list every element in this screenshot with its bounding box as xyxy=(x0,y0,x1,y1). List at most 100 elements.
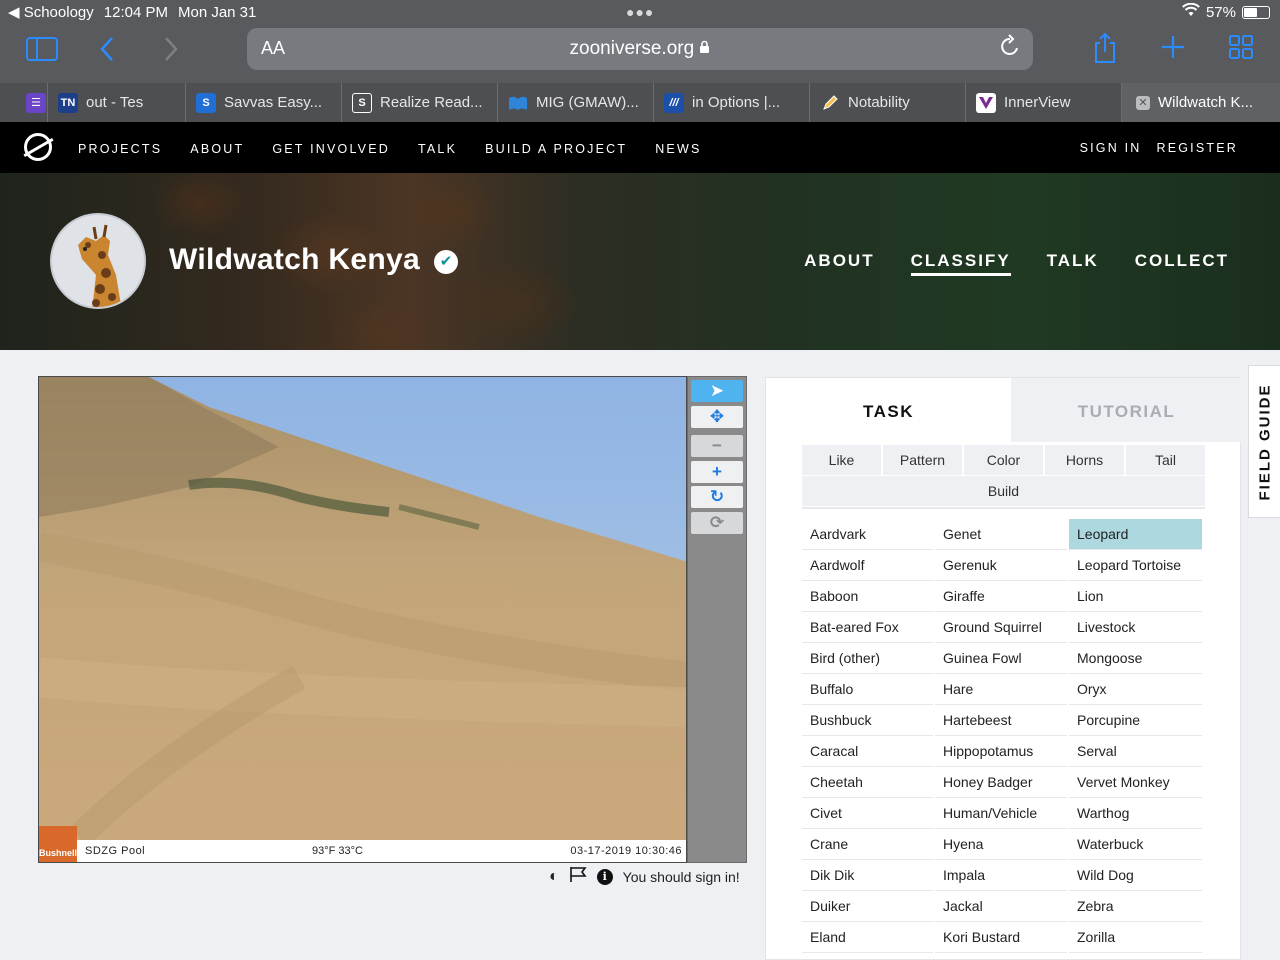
sidebar-icon[interactable] xyxy=(26,36,58,68)
close-icon[interactable]: ✕ xyxy=(1136,95,1150,110)
tab-overview-icon[interactable] xyxy=(1228,34,1254,66)
choice-crane[interactable]: Crane xyxy=(802,829,933,860)
zooniverse-nav: PROJECTS ABOUT GET INVOLVED TALK BUILD A… xyxy=(0,122,1280,173)
choice-hare[interactable]: Hare xyxy=(935,674,1067,705)
tab-innerview[interactable]: InnerView xyxy=(966,83,1122,122)
invert-icon[interactable]: ◐ xyxy=(549,868,559,886)
tab-label: InnerView xyxy=(1004,94,1071,111)
tab-out-tes[interactable]: TN out - Tes xyxy=(48,83,186,122)
choice-zorilla[interactable]: Zorilla xyxy=(1069,922,1202,953)
sign-in-note: You should sign in! xyxy=(622,868,740,885)
choice-warthog[interactable]: Warthog xyxy=(1069,798,1202,829)
project-avatar[interactable] xyxy=(50,213,146,309)
back-to-app-link[interactable]: ◀ Schoology xyxy=(8,3,94,21)
choice-ground-squirrel[interactable]: Ground Squirrel xyxy=(935,612,1067,643)
filter-tail[interactable]: Tail xyxy=(1126,445,1205,475)
filter-like[interactable]: Like xyxy=(802,445,881,475)
choice-dik-dik[interactable]: Dik Dik xyxy=(802,860,933,891)
tab-notes[interactable]: ☰ xyxy=(0,83,48,122)
tab-realize[interactable]: S Realize Read... xyxy=(342,83,498,122)
pan-tool-icon[interactable]: ✥ xyxy=(691,406,743,428)
choice-genet[interactable]: Genet xyxy=(935,519,1067,550)
multitasking-dots-icon[interactable]: ●●● xyxy=(626,4,654,20)
filter-horns[interactable]: Horns xyxy=(1045,445,1124,475)
rotate-icon[interactable]: ↻ xyxy=(691,486,743,508)
choice-bushbuck[interactable]: Bushbuck xyxy=(802,705,933,736)
nav-news[interactable]: NEWS xyxy=(655,142,701,156)
zoom-out-icon[interactable]: − xyxy=(691,435,743,457)
choice-hartebeest[interactable]: Hartebeest xyxy=(935,705,1067,736)
nav-talk[interactable]: TALK xyxy=(418,142,457,156)
forward-icon[interactable] xyxy=(162,36,180,68)
tab-notability[interactable]: Notability xyxy=(810,83,966,122)
nav-about[interactable]: ABOUT xyxy=(190,142,244,156)
choice-zebra[interactable]: Zebra xyxy=(1069,891,1202,922)
subject-image[interactable]: Bushnell SDZG Pool 93°F 33°C 03-17-2019 … xyxy=(38,376,687,863)
project-nav-about[interactable]: ABOUT xyxy=(804,251,874,276)
choice-vervet-monkey[interactable]: Vervet Monkey xyxy=(1069,767,1202,798)
choice-eland[interactable]: Eland xyxy=(802,922,933,953)
pointer-tool-icon[interactable]: ➤ xyxy=(691,380,743,402)
choice-bat-eared-fox[interactable]: Bat-eared Fox xyxy=(802,612,933,643)
reload-icon[interactable] xyxy=(999,34,1021,65)
share-icon[interactable] xyxy=(1092,32,1118,70)
sign-in-link[interactable]: SIGN IN xyxy=(1080,141,1142,155)
choice-cheetah[interactable]: Cheetah xyxy=(802,767,933,798)
filter-pattern[interactable]: Pattern xyxy=(883,445,962,475)
project-nav-classify[interactable]: CLASSIFY xyxy=(910,251,1011,276)
choice-leopard[interactable]: Leopard xyxy=(1069,519,1202,550)
choice-mongoose[interactable]: Mongoose xyxy=(1069,643,1202,674)
choice-caracal[interactable]: Caracal xyxy=(802,736,933,767)
zoom-in-icon[interactable]: + xyxy=(691,461,743,483)
address-bar[interactable]: AA zooniverse.org xyxy=(247,28,1033,70)
info-icon[interactable]: i xyxy=(596,868,613,885)
tab-label: out - Tes xyxy=(86,94,144,111)
choice-duiker[interactable]: Duiker xyxy=(802,891,933,922)
flag-icon[interactable] xyxy=(569,866,587,887)
project-nav-collect[interactable]: COLLECT xyxy=(1135,251,1229,276)
choice-honey-badger[interactable]: Honey Badger xyxy=(935,767,1067,798)
reset-icon[interactable]: ⟳ xyxy=(691,512,743,534)
choice-oryx[interactable]: Oryx xyxy=(1069,674,1202,705)
choice-hippopotamus[interactable]: Hippopotamus xyxy=(935,736,1067,767)
back-icon[interactable] xyxy=(98,36,116,68)
nav-projects[interactable]: PROJECTS xyxy=(78,142,162,156)
filter-build[interactable]: Build xyxy=(802,476,1205,506)
choice-hyena[interactable]: Hyena xyxy=(935,829,1067,860)
nav-build-a-project[interactable]: BUILD A PROJECT xyxy=(485,142,627,156)
field-guide-tab[interactable]: FIELD GUIDE xyxy=(1248,365,1280,518)
zooniverse-logo-icon[interactable] xyxy=(24,133,52,161)
choice-giraffe[interactable]: Giraffe xyxy=(935,581,1067,612)
choice-lion[interactable]: Lion xyxy=(1069,581,1202,612)
choice-aardwolf[interactable]: Aardwolf xyxy=(802,550,933,581)
new-tab-icon[interactable] xyxy=(1160,34,1186,66)
choice-kori-bustard[interactable]: Kori Bustard xyxy=(935,922,1067,953)
project-nav-talk[interactable]: TALK xyxy=(1047,251,1099,276)
choice-guinea-fowl[interactable]: Guinea Fowl xyxy=(935,643,1067,674)
tab-mig[interactable]: MIG (GMAW)... xyxy=(498,83,654,122)
choice-gerenuk[interactable]: Gerenuk xyxy=(935,550,1067,581)
choice-wild-dog[interactable]: Wild Dog xyxy=(1069,860,1202,891)
choice-jackal[interactable]: Jackal xyxy=(935,891,1067,922)
choice-baboon[interactable]: Baboon xyxy=(802,581,933,612)
tab-task[interactable]: TASK xyxy=(766,378,1011,442)
choice-serval[interactable]: Serval xyxy=(1069,736,1202,767)
choice-bird-other[interactable]: Bird (other) xyxy=(802,643,933,674)
tab-savvas[interactable]: S Savvas Easy... xyxy=(186,83,342,122)
choice-civet[interactable]: Civet xyxy=(802,798,933,829)
tab-options[interactable]: /// in Options |... xyxy=(654,83,810,122)
nav-get-involved[interactable]: GET INVOLVED xyxy=(272,142,390,156)
tab-wildwatch[interactable]: ✕ Wildwatch K... xyxy=(1122,83,1280,122)
register-link[interactable]: REGISTER xyxy=(1157,141,1239,155)
panel-tabs: TASK TUTORIAL xyxy=(766,378,1242,442)
choice-leopard-tortoise[interactable]: Leopard Tortoise xyxy=(1069,550,1202,581)
choice-impala[interactable]: Impala xyxy=(935,860,1067,891)
choice-human-vehicle[interactable]: Human/Vehicle xyxy=(935,798,1067,829)
choice-waterbuck[interactable]: Waterbuck xyxy=(1069,829,1202,860)
choice-aardvark[interactable]: Aardvark xyxy=(802,519,933,550)
choice-buffalo[interactable]: Buffalo xyxy=(802,674,933,705)
filter-color[interactable]: Color xyxy=(964,445,1043,475)
choice-livestock[interactable]: Livestock xyxy=(1069,612,1202,643)
tab-tutorial[interactable]: TUTORIAL xyxy=(1011,378,1242,442)
choice-porcupine[interactable]: Porcupine xyxy=(1069,705,1202,736)
